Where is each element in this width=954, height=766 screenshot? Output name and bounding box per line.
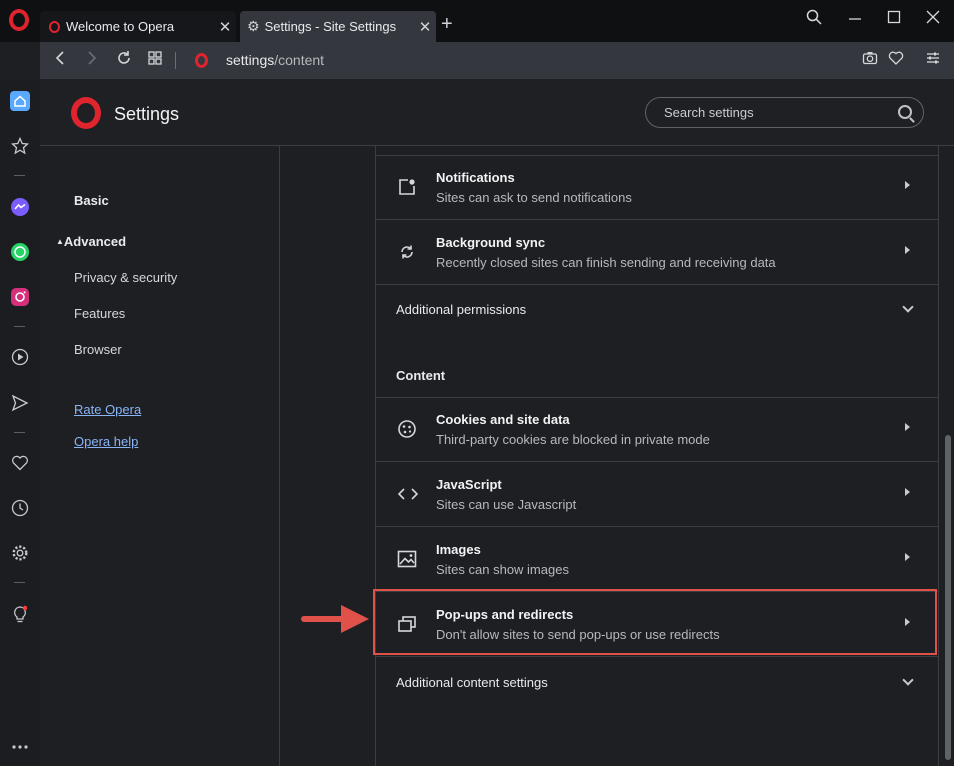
heart-icon[interactable] <box>886 50 906 71</box>
messenger-icon[interactable] <box>8 195 32 219</box>
tab-title: Welcome to Opera <box>66 19 175 34</box>
settings-header: Settings <box>40 79 954 146</box>
opera-help-link[interactable]: Opera help <box>74 434 138 449</box>
search-icon[interactable] <box>898 105 912 119</box>
annotation-arrow-icon <box>301 605 369 633</box>
gear-icon: ⚙ <box>247 18 260 34</box>
star-icon[interactable] <box>8 134 32 158</box>
opera-logo-icon <box>71 97 101 129</box>
nav-browser[interactable]: Browser <box>74 342 122 357</box>
tabs-overview-icon[interactable] <box>145 50 165 71</box>
divider <box>14 175 25 176</box>
image-icon <box>397 549 417 569</box>
notification-icon <box>397 177 417 197</box>
search-input[interactable] <box>664 105 884 120</box>
settings-page: Settings Basic ▲Advanced Privacy & secur… <box>40 79 954 766</box>
opera-favicon-icon <box>195 53 208 68</box>
row-title: JavaScript <box>436 477 502 492</box>
code-icon <box>397 484 419 504</box>
url-path: /content <box>274 52 325 68</box>
rate-opera-link[interactable]: Rate Opera <box>74 402 141 417</box>
row-subtitle: Third-party cookies are blocked in priva… <box>436 432 710 447</box>
scrollbar-thumb[interactable] <box>945 435 951 760</box>
additional-permissions-row[interactable]: Additional permissions <box>376 286 938 334</box>
content-heading: Content <box>396 368 446 383</box>
minimize-icon[interactable] <box>843 9 867 30</box>
settings-nav: Basic ▲Advanced Privacy & security Featu… <box>40 146 280 766</box>
heart-icon[interactable] <box>8 451 32 475</box>
history-icon[interactable] <box>8 496 32 520</box>
nav-features[interactable]: Features <box>74 306 125 321</box>
reload-icon[interactable] <box>114 50 134 71</box>
additional-content-settings-label: Additional content settings <box>396 675 548 690</box>
send-icon[interactable] <box>8 391 32 415</box>
close-tab-icon[interactable]: ✕ <box>214 18 236 36</box>
additional-content-settings-row[interactable]: Additional content settings <box>376 658 938 706</box>
row-subtitle: Recently closed sites can finish sending… <box>436 255 776 270</box>
highlight-box <box>373 589 937 655</box>
tab-title: Settings - Site Settings <box>264 19 397 34</box>
cookies-row[interactable]: Cookies and site data Third-party cookie… <box>376 397 938 462</box>
whatsapp-icon[interactable] <box>8 240 32 264</box>
close-tab-icon[interactable]: ✕ <box>414 18 436 36</box>
search-tabs-icon[interactable] <box>802 9 826 30</box>
notifications-row[interactable]: Notifications Sites can ask to send noti… <box>376 155 938 220</box>
sync-icon <box>397 242 417 262</box>
row-subtitle: Sites can show images <box>436 562 569 577</box>
row-subtitle: Sites can ask to send notifications <box>436 190 632 205</box>
opera-menu-icon[interactable] <box>9 9 29 31</box>
title-bar: Welcome to Opera ✕ ⚙ Settings - Site Set… <box>0 0 954 42</box>
browser-sidebar <box>0 79 40 766</box>
nav-advanced[interactable]: ▲Advanced <box>56 234 126 249</box>
gear-icon[interactable] <box>8 541 32 565</box>
forward-icon[interactable] <box>82 50 102 71</box>
arrow-right-icon <box>905 181 910 189</box>
maximize-icon[interactable] <box>882 9 906 30</box>
row-title: Images <box>436 542 481 557</box>
row-title: Cookies and site data <box>436 412 570 427</box>
player-icon[interactable] <box>8 345 32 369</box>
address-bar: settings/content <box>40 42 954 79</box>
row-title: Background sync <box>436 235 546 250</box>
nav-advanced-label: Advanced <box>63 234 127 249</box>
nav-privacy[interactable]: Privacy & security <box>74 270 177 285</box>
close-window-icon[interactable] <box>921 9 945 30</box>
divider <box>175 52 176 69</box>
cookie-icon <box>397 419 417 439</box>
javascript-row[interactable]: JavaScript Sites can use Javascript <box>376 462 938 527</box>
row-title: Notifications <box>436 170 515 185</box>
tab-settings[interactable]: ⚙ Settings - Site Settings ✕ <box>240 11 436 42</box>
row-subtitle: Sites can use Javascript <box>436 497 577 512</box>
arrow-right-icon <box>905 553 910 561</box>
images-row[interactable]: Images Sites can show images <box>376 527 938 592</box>
new-tab-button[interactable]: + <box>441 13 453 36</box>
divider <box>14 582 25 583</box>
url-host: settings <box>226 52 275 68</box>
additional-permissions-label: Additional permissions <box>396 302 527 317</box>
divider <box>14 326 25 327</box>
lightbulb-icon[interactable] <box>8 603 32 627</box>
site-settings-card: Notifications Sites can ask to send noti… <box>375 146 939 766</box>
divider <box>14 432 25 433</box>
tab-welcome[interactable]: Welcome to Opera ✕ <box>40 11 236 42</box>
back-icon[interactable] <box>50 50 70 71</box>
chevron-down-icon <box>902 301 914 313</box>
more-icon[interactable] <box>8 735 32 759</box>
home-icon[interactable] <box>8 89 32 113</box>
arrow-right-icon <box>905 423 910 431</box>
instagram-icon[interactable] <box>8 285 32 309</box>
page-title: Settings <box>114 104 180 124</box>
opera-favicon-icon <box>49 20 60 33</box>
caret-up-icon: ▲ <box>56 237 64 246</box>
search-box[interactable] <box>645 97 924 128</box>
camera-icon[interactable] <box>860 50 880 71</box>
chevron-down-icon <box>902 674 914 686</box>
nav-basic[interactable]: Basic <box>74 193 109 208</box>
easy-setup-icon[interactable] <box>923 50 943 71</box>
url-field[interactable]: settings/content <box>226 52 324 68</box>
arrow-right-icon <box>905 246 910 254</box>
arrow-right-icon <box>905 488 910 496</box>
background-sync-row[interactable]: Background sync Recently closed sites ca… <box>376 220 938 285</box>
